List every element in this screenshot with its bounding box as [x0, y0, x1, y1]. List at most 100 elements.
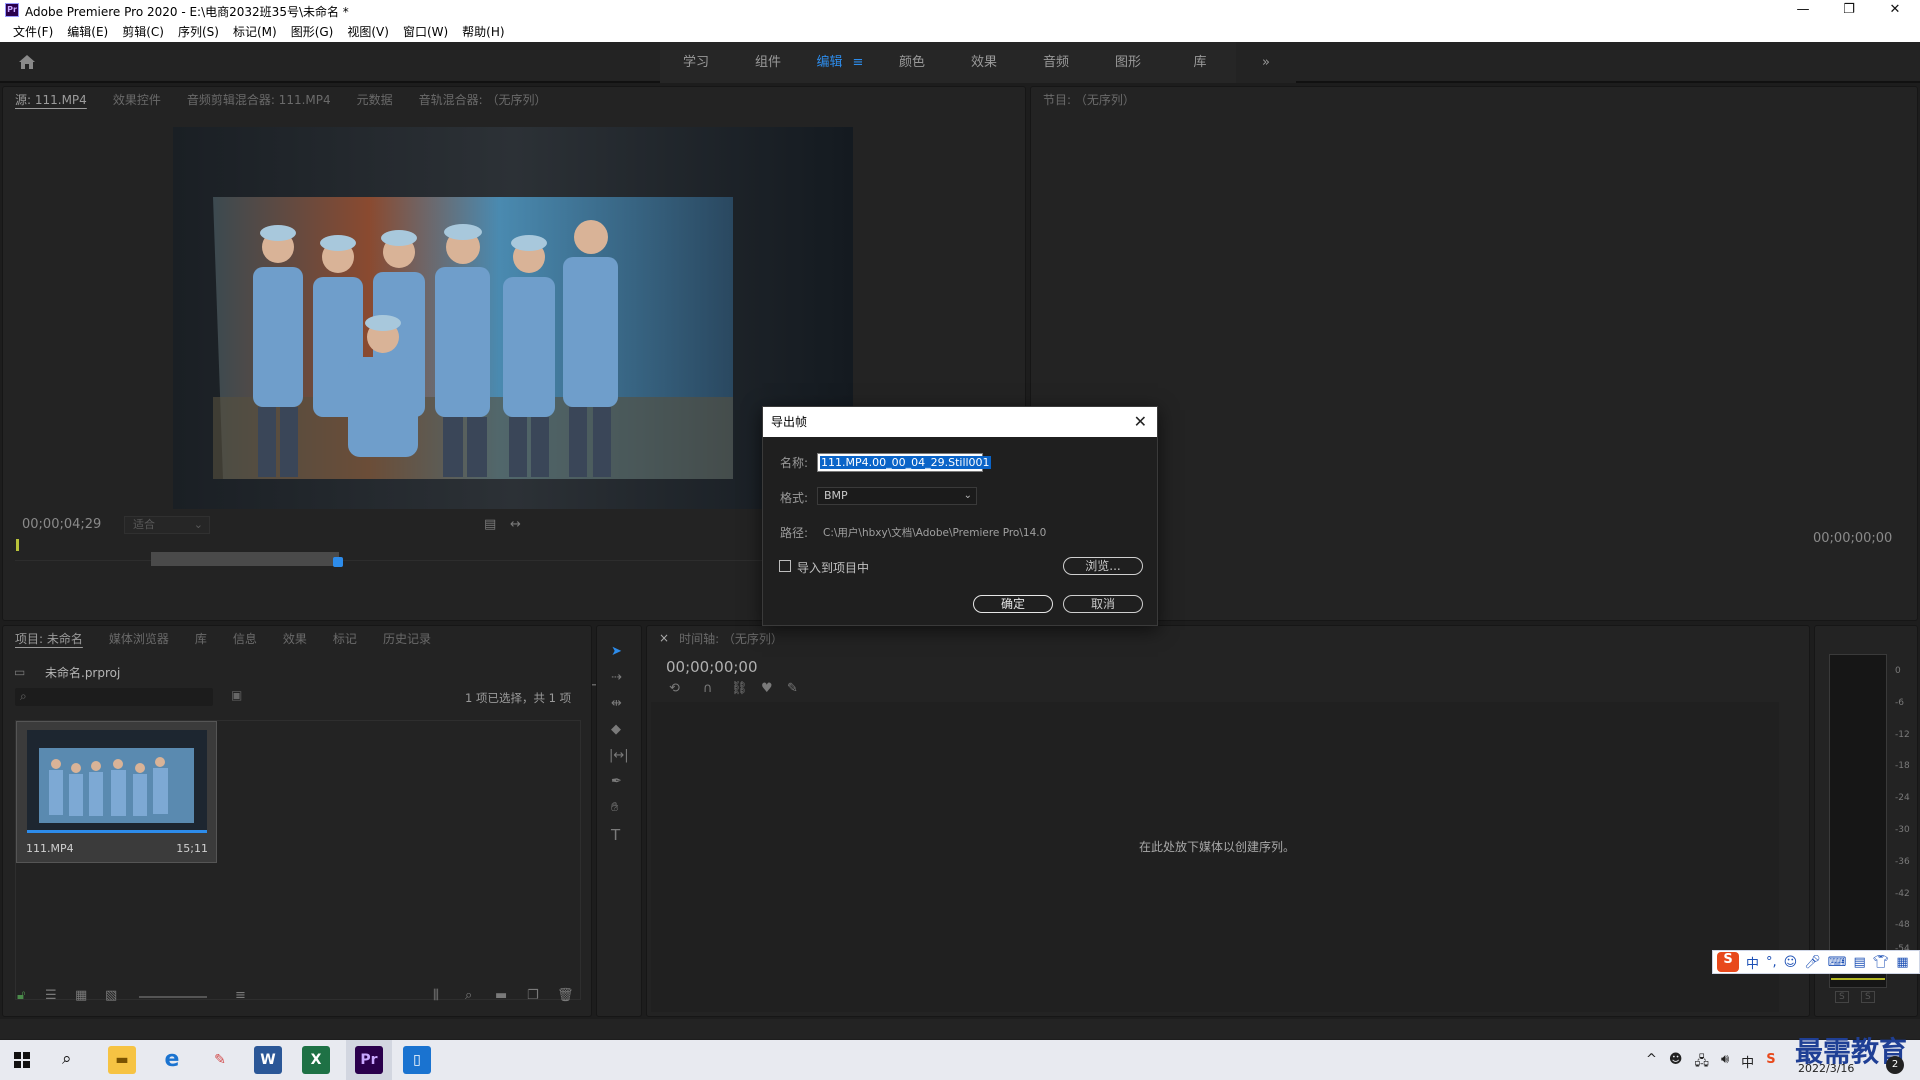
- selection-tool-icon[interactable]: ➤: [611, 644, 622, 659]
- pen-tool-icon[interactable]: ✒: [611, 774, 622, 789]
- clip-thumbnail[interactable]: 111.MP4 15;11: [16, 721, 217, 863]
- notification-badge[interactable]: 2: [1886, 1056, 1904, 1074]
- new-item-icon[interactable]: ❐: [527, 988, 539, 1003]
- list-view-icon[interactable]: ☰: [45, 988, 57, 1003]
- menu-graphics[interactable]: 图形(G): [284, 22, 341, 42]
- search-icon[interactable]: ⌕: [62, 1049, 72, 1069]
- tab-markers[interactable]: 标记: [333, 630, 357, 647]
- menu-file[interactable]: 文件(F): [6, 22, 60, 42]
- nest-icon[interactable]: ⟲: [669, 681, 680, 696]
- sort-icon[interactable]: ≡: [235, 988, 246, 1003]
- timeline-drop-area[interactable]: [651, 702, 1779, 1012]
- edge-browser-icon[interactable]: e: [158, 1046, 186, 1074]
- workspace-tab-graphics[interactable]: 图形: [1092, 42, 1164, 83]
- voice-input-icon[interactable]: 🎤︎: [1804, 955, 1821, 970]
- track-select-tool-icon[interactable]: ⇢: [611, 670, 622, 685]
- tab-libraries[interactable]: 库: [195, 630, 207, 647]
- zoom-slider[interactable]: [139, 996, 207, 998]
- qq-tray-icon[interactable]: ☻: [1669, 1052, 1683, 1074]
- tab-effects[interactable]: 效果: [283, 630, 307, 647]
- keyboard-icon[interactable]: ⌨: [1828, 955, 1847, 970]
- network-icon[interactable]: 🖧︎: [1694, 1052, 1709, 1074]
- workspace-overflow-button[interactable]: »: [1236, 42, 1296, 83]
- frame-name-input[interactable]: 111.MP4.00_00_04_29.Still001: [817, 453, 991, 472]
- workspace-tab-assembly[interactable]: 组件: [732, 42, 804, 83]
- close-timeline-icon[interactable]: ×: [659, 631, 669, 645]
- tab-history[interactable]: 历史记录: [383, 630, 431, 647]
- source-timecode[interactable]: 00;00;04;29: [22, 517, 101, 532]
- premiere-taskbar-icon[interactable]: Pr: [355, 1046, 383, 1074]
- volume-icon[interactable]: 🔊︎: [1721, 1052, 1729, 1074]
- tablet-app-icon[interactable]: ▯: [403, 1046, 431, 1074]
- lock-icon[interactable]: 🔓︎: [17, 988, 25, 1003]
- slip-tool-icon[interactable]: |↔|: [609, 748, 629, 763]
- workspace-tab-color[interactable]: 颜色: [876, 42, 948, 83]
- solo-left-button[interactable]: S: [1835, 991, 1849, 1003]
- linked-selection-icon[interactable]: ⛓: [731, 681, 748, 696]
- import-into-project-checkbox[interactable]: [779, 560, 791, 572]
- insert-overlay-icon[interactable]: ↔: [510, 517, 521, 532]
- paint-app-icon[interactable]: ✎: [206, 1046, 234, 1074]
- menu-window[interactable]: 窗口(W): [396, 22, 455, 42]
- tab-info[interactable]: 信息: [233, 630, 257, 647]
- add-marker-icon[interactable]: ♥: [761, 681, 773, 696]
- sogou-logo-icon[interactable]: S: [1717, 952, 1739, 972]
- menu-markers[interactable]: 标记(M): [226, 22, 284, 42]
- tab-audio-track-mixer[interactable]: 音轨混合器: （无序列）: [419, 91, 547, 108]
- hand-tool-icon[interactable]: ✋︎: [611, 800, 618, 815]
- timeline-settings-wrench-icon[interactable]: ✎: [787, 681, 798, 696]
- windows-start-icon[interactable]: [14, 1052, 30, 1068]
- workspace-tab-learn[interactable]: 学习: [660, 42, 732, 83]
- file-explorer-icon[interactable]: ▬: [108, 1046, 136, 1074]
- tab-metadata[interactable]: 元数据: [357, 91, 393, 108]
- sogou-tray-icon[interactable]: S: [1766, 1052, 1775, 1074]
- solo-right-button[interactable]: S: [1861, 991, 1875, 1003]
- freeform-view-icon[interactable]: ▧: [105, 988, 117, 1003]
- tab-audio-clip-mixer[interactable]: 音频剪辑混合器: 111.MP4: [187, 91, 331, 108]
- timeline-timecode[interactable]: 00;00;00;00: [666, 658, 758, 676]
- razor-tool-icon[interactable]: ◆: [611, 722, 621, 737]
- type-tool-icon[interactable]: T: [611, 826, 620, 844]
- punctuation-icon[interactable]: °,: [1766, 955, 1777, 970]
- settings-icon[interactable]: ▤: [484, 517, 496, 532]
- home-icon[interactable]: [18, 54, 36, 70]
- program-timecode[interactable]: 00;00;00;00: [1813, 531, 1892, 546]
- close-icon[interactable]: ✕: [1134, 407, 1147, 437]
- workspace-tab-libraries[interactable]: 库: [1164, 42, 1236, 83]
- playhead[interactable]: [333, 557, 343, 567]
- ime-language-toggle[interactable]: 中: [1746, 953, 1759, 972]
- restore-button[interactable]: ❐: [1826, 0, 1872, 22]
- workspace-tab-effects[interactable]: 效果: [948, 42, 1020, 83]
- snap-icon[interactable]: ∩: [703, 681, 713, 696]
- minimize-button[interactable]: —: [1780, 0, 1826, 22]
- new-search-bin-icon[interactable]: ▣: [231, 688, 242, 702]
- browse-button[interactable]: 浏览...: [1063, 557, 1143, 575]
- skin-icon[interactable]: ▤: [1854, 955, 1866, 970]
- more-grid-icon[interactable]: ▦: [1896, 955, 1908, 970]
- cancel-button[interactable]: 取消: [1063, 595, 1143, 613]
- source-fit-select[interactable]: 适合 ⌄: [124, 516, 210, 534]
- workspace-tab-editing[interactable]: 编辑 ≡: [804, 42, 876, 83]
- tab-program[interactable]: 节目: （无序列）: [1043, 91, 1135, 108]
- menu-help[interactable]: 帮助(H): [455, 22, 511, 42]
- format-select[interactable]: BMP ⌄: [817, 487, 977, 505]
- tab-source[interactable]: 源: 111.MP4: [15, 91, 87, 108]
- menu-clip[interactable]: 剪辑(C): [115, 22, 171, 42]
- tab-timeline[interactable]: 时间轴: （无序列）: [679, 630, 783, 647]
- icon-view-icon[interactable]: ▦: [75, 988, 87, 1003]
- menu-edit[interactable]: 编辑(E): [60, 22, 115, 42]
- toolbox-icon[interactable]: 👕︎: [1873, 955, 1890, 970]
- input-method-icon[interactable]: 中: [1741, 1052, 1754, 1074]
- automate-to-sequence-icon[interactable]: ⫼: [433, 988, 439, 1003]
- tab-media-browser[interactable]: 媒体浏览器: [109, 630, 169, 647]
- excel-app-icon[interactable]: X: [302, 1046, 330, 1074]
- workspace-tab-audio[interactable]: 音频: [1020, 42, 1092, 83]
- emoji-icon[interactable]: ☺: [1784, 955, 1798, 970]
- workspace-menu-icon[interactable]: ≡: [853, 55, 864, 70]
- ripple-edit-tool-icon[interactable]: ⇹: [611, 696, 622, 711]
- new-bin-icon[interactable]: ▬: [495, 988, 507, 1003]
- find-icon[interactable]: ⌕: [465, 988, 472, 1003]
- close-window-button[interactable]: ✕: [1872, 0, 1918, 22]
- ok-button[interactable]: 确定: [973, 595, 1053, 613]
- word-app-icon[interactable]: W: [254, 1046, 282, 1074]
